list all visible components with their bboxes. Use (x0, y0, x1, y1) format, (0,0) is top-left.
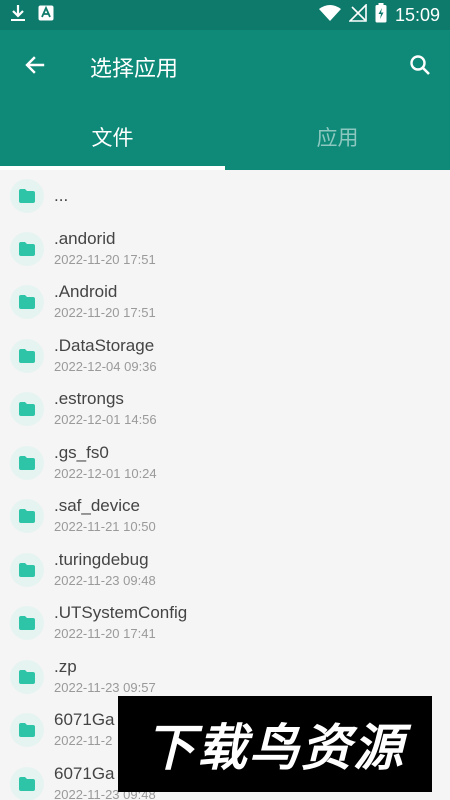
folder-icon (10, 713, 44, 748)
watermark-logo: 下载鸟资源 (118, 696, 432, 792)
file-date: 2022-11-2 (54, 733, 113, 749)
folder-icon (10, 552, 44, 587)
folder-icon (10, 392, 44, 427)
list-item-texts: .gs_fs0 2022-12-01 10:24 (54, 443, 157, 483)
folder-icon (10, 445, 44, 480)
file-name: .DataStorage (54, 335, 155, 355)
list-item-texts: .zp 2022-11-23 09:57 (54, 657, 156, 697)
tab-bar: 文件 应用 (0, 104, 450, 170)
file-name: .andorid (54, 228, 116, 248)
file-date: 2022-12-04 09:36 (54, 358, 157, 374)
file-date: 2022-12-01 10:24 (54, 465, 157, 481)
file-date: 2022-11-20 17:51 (54, 305, 156, 321)
file-name: .UTSystemConfig (54, 603, 188, 623)
file-name: .Android (54, 282, 118, 302)
file-name: .zp (54, 656, 77, 676)
list-item[interactable]: .andorid 2022-11-20 17:51 (0, 222, 450, 276)
list-item-texts: .DataStorage 2022-12-04 09:36 (54, 336, 157, 376)
list-item-texts: .UTSystemConfig 2022-11-20 17:41 (54, 603, 187, 643)
list-item-texts: .saf_device 2022-11-21 10:50 (54, 496, 156, 536)
list-item-texts: .andorid 2022-11-20 17:51 (54, 229, 156, 269)
file-name: 6071Ga (54, 710, 115, 730)
search-icon (408, 53, 432, 82)
folder-icon (10, 231, 44, 266)
list-item-texts: 6071Ga 2022-11-2 (54, 710, 115, 750)
list-item[interactable]: ... (0, 170, 450, 222)
tab-apps[interactable]: 应用 (225, 104, 450, 170)
folder-icon (10, 499, 44, 534)
status-left-icons (10, 4, 54, 27)
page-title: 选择应用 (90, 57, 179, 82)
tab-files[interactable]: 文件 (0, 104, 225, 170)
list-item[interactable]: .estrongs 2022-12-01 14:56 (0, 383, 450, 437)
wifi-icon (318, 4, 341, 26)
search-button[interactable] (390, 30, 450, 104)
file-date: 2022-11-21 10:50 (54, 519, 156, 535)
folder-icon (10, 179, 44, 213)
list-item-texts: ... (54, 186, 68, 206)
folder-icon (10, 285, 44, 320)
list-item[interactable]: .DataStorage 2022-12-04 09:36 (0, 329, 450, 383)
file-date: 2022-11-20 17:51 (54, 251, 156, 267)
download-icon (10, 4, 26, 27)
file-date: 2022-12-01 14:56 (54, 412, 157, 428)
list-item[interactable]: .gs_fs0 2022-12-01 10:24 (0, 436, 450, 490)
list-item-texts: .estrongs 2022-12-01 14:56 (54, 389, 157, 429)
folder-icon (10, 659, 44, 694)
a-badge-icon (38, 5, 54, 26)
watermark-text: 下载鸟资源 (145, 719, 405, 777)
no-signal-icon (348, 2, 367, 27)
battery-charging-icon (375, 2, 387, 28)
list-item[interactable]: .Android 2022-11-20 17:51 (0, 276, 450, 330)
arrow-left-icon (23, 53, 47, 82)
file-date: 2022-11-23 09:57 (54, 679, 156, 695)
file-name: .estrongs (54, 389, 124, 409)
file-name: .saf_device (54, 496, 140, 516)
folder-icon (10, 606, 44, 641)
list-item[interactable]: .turingdebug 2022-11-23 09:48 (0, 543, 450, 597)
list-item[interactable]: .UTSystemConfig 2022-11-20 17:41 (0, 597, 450, 651)
folder-icon (10, 338, 44, 373)
status-bar: 15:09 (0, 0, 450, 30)
file-name: .turingdebug (54, 549, 149, 569)
file-name: .gs_fs0 (54, 442, 109, 462)
folder-icon (10, 766, 44, 800)
list-item-texts: .turingdebug 2022-11-23 09:48 (54, 550, 156, 590)
file-date: 2022-11-23 09:48 (54, 572, 156, 588)
list-item[interactable]: .saf_device 2022-11-21 10:50 (0, 490, 450, 544)
back-button[interactable] (0, 30, 70, 104)
status-right-icons: 15:09 (318, 2, 440, 28)
file-date: 2022-11-20 17:41 (54, 626, 156, 642)
list-item-texts: .Android 2022-11-20 17:51 (54, 282, 156, 322)
file-name: ... (54, 186, 69, 205)
status-time: 15:09 (394, 4, 440, 25)
app-bar: 选择应用 (0, 30, 450, 104)
